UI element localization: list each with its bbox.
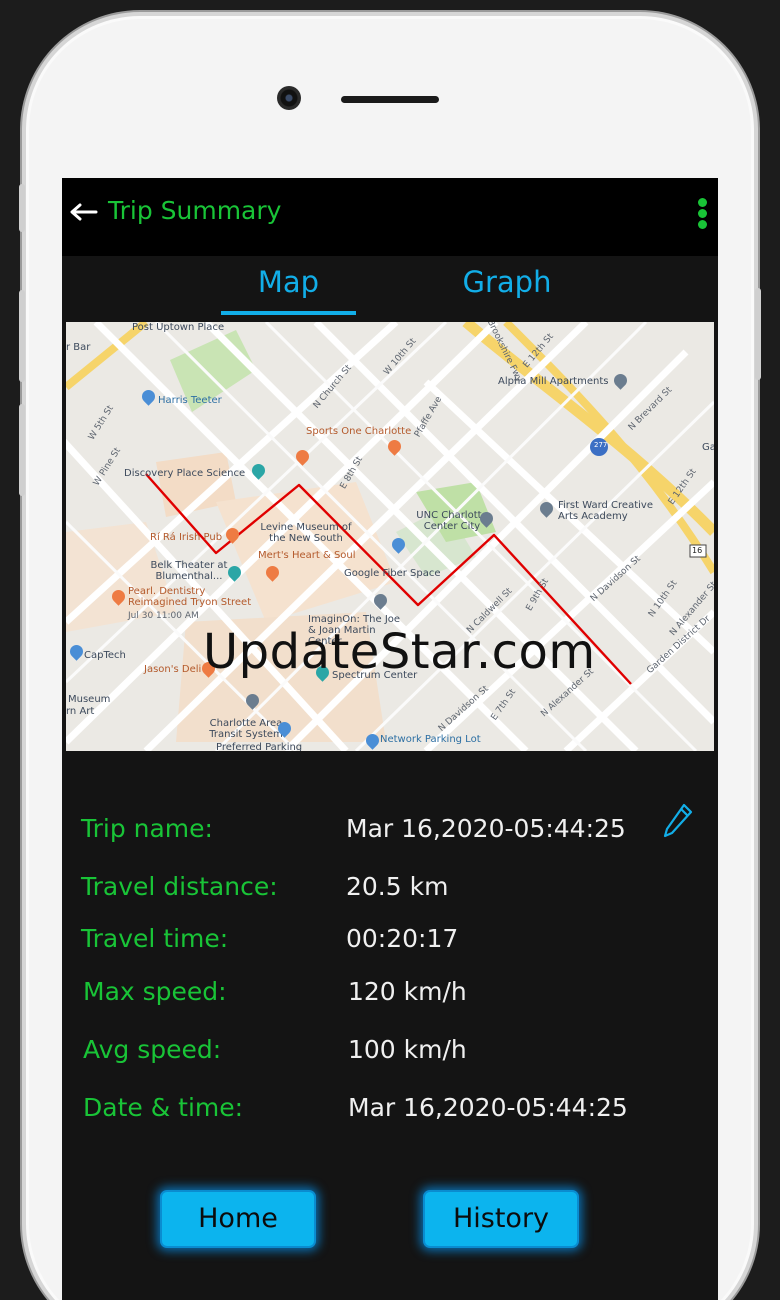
map-place-label: Levine Museum of the New South [260, 522, 352, 544]
map-place-label: Preferred Parking [216, 742, 303, 751]
map-place-label: Belk Theater at Blumenthal... [150, 560, 228, 582]
phone-side-button [19, 404, 25, 496]
map-event-label: Jul 30 11:00 AM [128, 611, 199, 621]
map-place-label: First Ward Creative Arts Academy [558, 500, 653, 522]
tab-map[interactable]: Map [221, 258, 356, 310]
avg-speed-label: Avg speed: [83, 1035, 222, 1064]
map-place-label: Gard [702, 442, 714, 453]
trip-name-value: Mar 16,2020-05:44:25 [346, 814, 626, 843]
trip-map[interactable]: Post Uptown Place r Bar Harris Teeter Di… [66, 322, 714, 751]
map-place-label: Post Uptown Place [132, 322, 225, 333]
tab-graph[interactable]: Graph [442, 258, 572, 310]
avg-speed-value: 100 km/h [348, 1035, 467, 1064]
map-place-label: Sports One Charlotte [306, 426, 412, 437]
history-button[interactable]: History [423, 1190, 579, 1248]
max-speed-label: Max speed: [83, 977, 227, 1006]
map-place-label: CapTech [84, 650, 126, 661]
map-place-label: Discovery Place Science [124, 468, 246, 479]
date-time-value: Mar 16,2020-05:44:25 [348, 1093, 628, 1122]
map-place-label: Museum [68, 694, 111, 705]
tab-indicator [221, 311, 356, 315]
travel-distance-label: Travel distance: [81, 872, 278, 901]
route-shield-label: 16 [692, 546, 703, 555]
map-place-label: rn Art [66, 706, 95, 717]
map-place-label: Google Fiber Space [344, 568, 441, 579]
pencil-icon[interactable] [662, 802, 694, 840]
travel-time-value: 00:20:17 [346, 924, 459, 953]
travel-distance-value: 20.5 km [346, 872, 449, 901]
map-place-label: Jason's Deli [144, 664, 202, 675]
phone-side-button [19, 184, 25, 232]
travel-time-label: Travel time: [81, 924, 229, 953]
map-place-label: Harris Teeter [158, 395, 222, 406]
front-camera [277, 86, 301, 110]
max-speed-value: 120 km/h [348, 977, 467, 1006]
map-place-label: Pearl. Dentistry Reimagined Tryon Street [128, 586, 252, 608]
highway-shield-label: 277 [594, 441, 608, 449]
phone-side-button [19, 290, 25, 382]
earpiece-speaker [341, 96, 439, 103]
date-time-label: Date & time: [83, 1093, 244, 1122]
page-title: Trip Summary [108, 196, 282, 225]
watermark: UpdateStar.com [203, 624, 596, 680]
map-place-label: r Bar [66, 342, 91, 353]
screen: Trip Summary Map Graph Post Uptown Place… [62, 178, 718, 1300]
arrow-left-icon[interactable] [68, 202, 98, 222]
map-place-label: Mert's Heart & Soul [258, 550, 356, 561]
map-place-label: Network Parking Lot [380, 734, 481, 745]
trip-name-label: Trip name: [81, 814, 213, 843]
map-place-label: Rí Rá Irish Pub [150, 532, 223, 543]
app-bar: Trip Summary [62, 178, 718, 256]
phone-side-button [755, 288, 761, 380]
more-vertical-icon[interactable] [698, 198, 708, 230]
home-button[interactable]: Home [160, 1190, 316, 1248]
